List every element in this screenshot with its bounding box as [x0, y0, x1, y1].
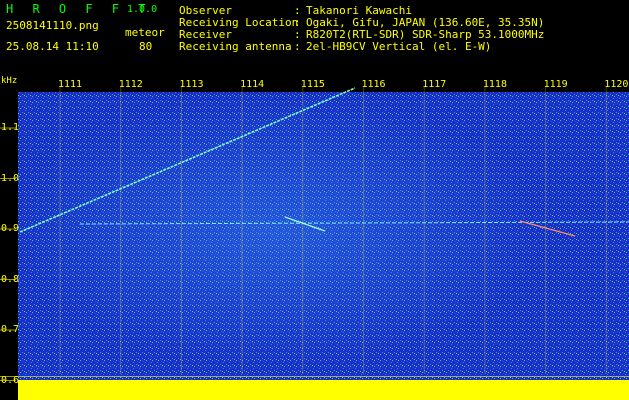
minute-tick-label: 1119: [543, 79, 568, 90]
station-key-antenna: Receiving antenna: [179, 40, 292, 53]
frequency-tick-label: 1.1: [1, 122, 20, 133]
minute-tick-label: 1118: [482, 79, 507, 90]
frequency-tick-label: 0.7: [1, 324, 20, 335]
minute-tick-label: 1120: [604, 79, 629, 90]
minute-tick-label: 1117: [422, 79, 447, 90]
station-separator: :: [294, 40, 301, 53]
minute-tick-label: 1114: [240, 79, 265, 90]
noise-level-bar: [18, 380, 629, 400]
capture-filename: 2508141110.png: [6, 19, 99, 32]
frequency-tick-label: 0.9: [1, 223, 20, 234]
capture-datetime: 25.08.14 11:10: [6, 40, 99, 53]
axis-unit: kHz: [1, 76, 18, 86]
mode-value: 80: [139, 40, 153, 53]
frequency-tick-label: 0.6: [1, 374, 20, 386]
app-version: 1.0.0: [127, 4, 158, 15]
minute-tick-label: 1116: [361, 79, 386, 90]
minute-tick-label: 1112: [118, 79, 143, 90]
noise-baseline: [0, 376, 629, 377]
spectrogram: [0, 86, 629, 400]
minute-tick-label: 1115: [300, 79, 325, 90]
header-panel: H R O F F T 1.0.0 2508141110.png meteor …: [0, 0, 629, 74]
minute-tick-label: 1111: [58, 79, 83, 90]
station-value-antenna: 2el-HB9CV Vertical (el. E-W): [306, 40, 492, 53]
mode-label: meteor: [125, 26, 165, 39]
frequency-tick-label: 0.8: [1, 273, 20, 285]
minute-tick-label: 1113: [179, 79, 204, 90]
noise-glow: [18, 92, 629, 400]
frequency-tick-label: 1.0: [1, 172, 20, 184]
frequency-grid: [0, 127, 16, 381]
